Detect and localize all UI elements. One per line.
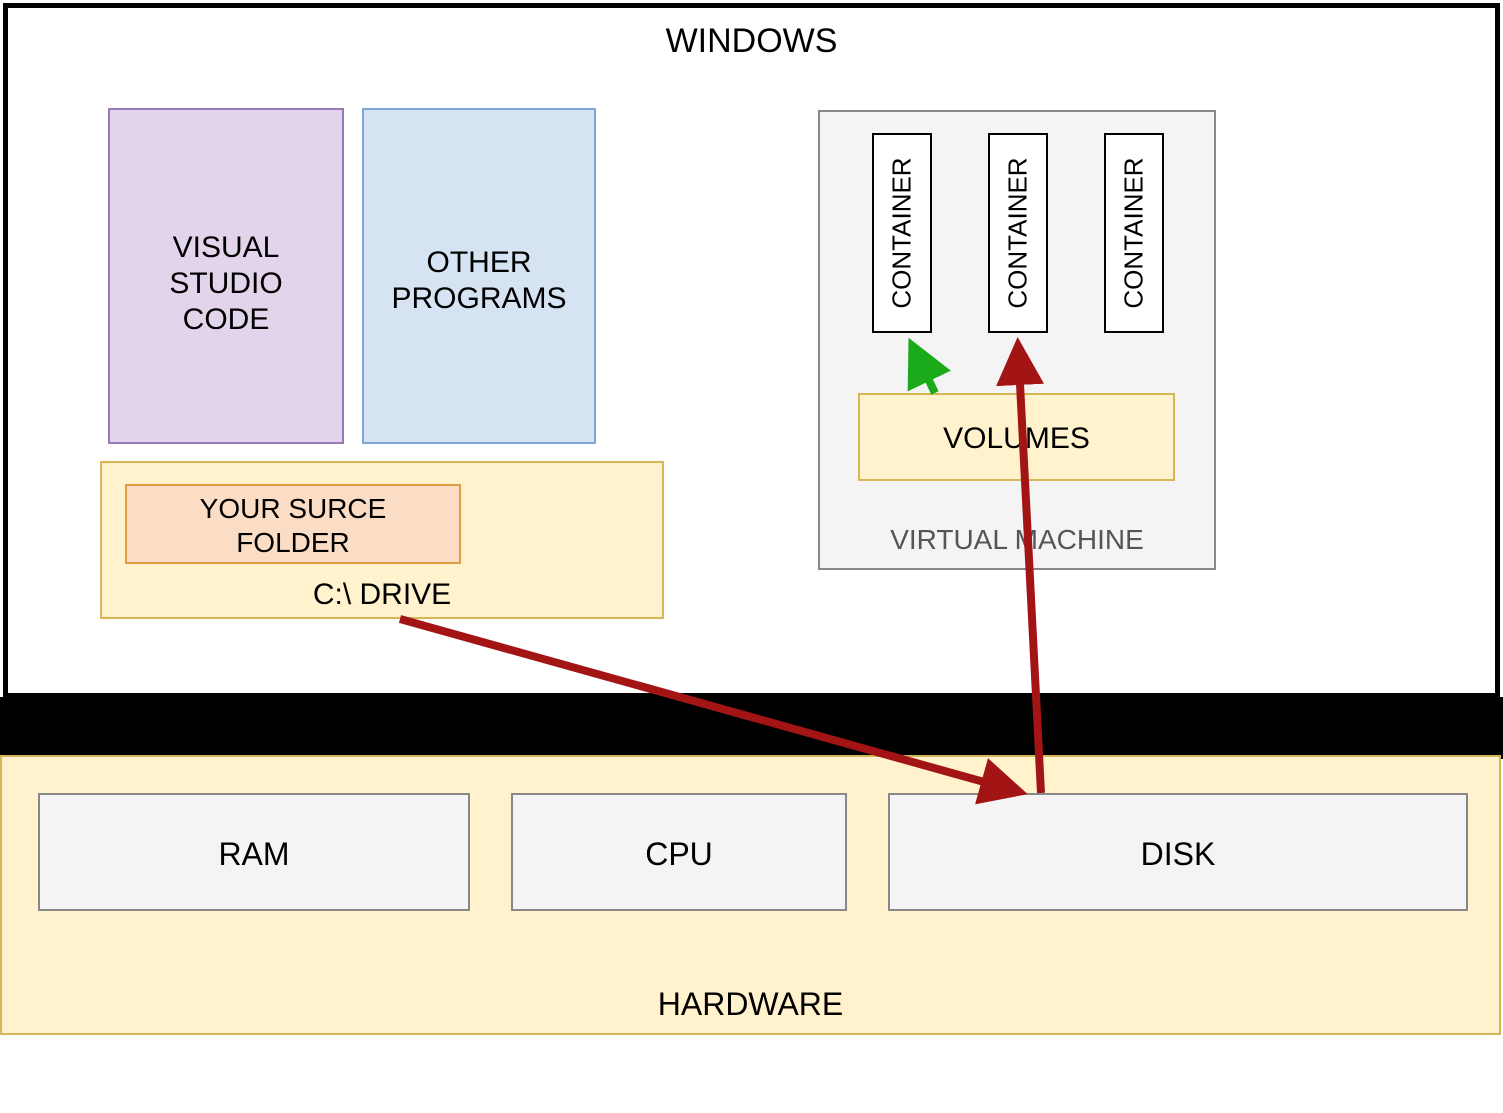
container-label-1: CONTAINER (887, 157, 918, 308)
virtual-machine-label: VIRTUAL MACHINE (820, 524, 1214, 556)
source-folder-box: YOUR SURCEFOLDER (125, 484, 461, 564)
vscode-box: VISUALSTUDIOCODE (108, 108, 344, 444)
cpu-box: CPU (511, 793, 847, 911)
container-box-3: CONTAINER (1104, 133, 1164, 333)
windows-title: WINDOWS (8, 22, 1495, 61)
c-drive-label: C:\ DRIVE (102, 578, 662, 612)
other-programs-box: OTHERPROGRAMS (362, 108, 596, 444)
disk-label: DISK (890, 835, 1466, 873)
container-box-1: CONTAINER (872, 133, 932, 333)
container-label-3: CONTAINER (1119, 157, 1150, 308)
separator-bar (0, 697, 1503, 759)
volumes-label: VOLUMES (860, 421, 1173, 457)
ram-label: RAM (40, 835, 468, 873)
vscode-label: VISUALSTUDIOCODE (110, 230, 342, 338)
disk-box: DISK (888, 793, 1468, 911)
volumes-box: VOLUMES (858, 393, 1175, 481)
container-label-2: CONTAINER (1003, 157, 1034, 308)
hardware-label: HARDWARE (2, 986, 1499, 1023)
container-box-2: CONTAINER (988, 133, 1048, 333)
cpu-label: CPU (513, 835, 845, 873)
other-programs-label: OTHERPROGRAMS (364, 245, 594, 317)
ram-box: RAM (38, 793, 470, 911)
source-folder-label: YOUR SURCEFOLDER (127, 492, 459, 559)
